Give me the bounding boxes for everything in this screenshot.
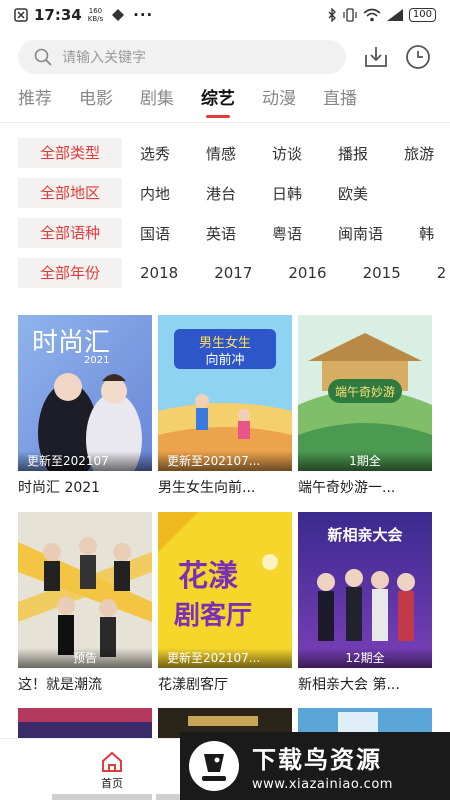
filter-option[interactable]: 闽南语 [338, 223, 383, 244]
signal-icon [386, 9, 403, 21]
filter-option[interactable]: 韩 [419, 223, 434, 244]
poster-subtitle: 2021 [84, 355, 109, 366]
episode-badge: 更新至202107 [18, 451, 152, 471]
filter-all-years[interactable]: 全部年份 [18, 258, 122, 288]
show-card[interactable]: 花漾 剧客厅 更新至202107... 花漾剧客厅 [158, 512, 292, 694]
vibrate-icon [343, 8, 357, 22]
poster-title: 男生女生 [199, 335, 251, 351]
show-card[interactable]: 端午奇妙游 1期全 端午奇妙游一... [298, 315, 432, 497]
category-tabs: 推荐 电影 剧集 综艺 动漫 直播 [0, 84, 450, 120]
show-card[interactable]: 新相亲大会 12期全 新相亲大会 第... [298, 512, 432, 694]
show-title: 这！就是潮流 [18, 677, 102, 693]
show-title: 端午奇妙游一... [298, 480, 396, 496]
nav-home[interactable]: 首页 [90, 745, 134, 791]
filter-option[interactable]: 内地 [140, 183, 170, 204]
show-poster: 时尚汇 2021 更新至202107 [18, 315, 152, 471]
episode-badge: 1期全 [298, 451, 432, 471]
show-poster: 端午奇妙游 1期全 [298, 315, 432, 471]
download-icon [365, 47, 387, 67]
filter-option[interactable]: 2 [437, 264, 447, 282]
show-poster [18, 708, 152, 738]
filter-option[interactable]: 播报 [338, 143, 368, 164]
poster-title: 端午奇妙游 [335, 385, 395, 399]
filter-option[interactable]: 选秀 [140, 143, 170, 164]
filter-option[interactable]: 欧美 [338, 183, 368, 204]
show-poster: 男生女生 向前冲 更新至202107... [158, 315, 292, 471]
filter-row-region: 全部地区 内地 港台 日韩 欧美 [18, 178, 368, 208]
episode-badge: 预告 [18, 648, 152, 668]
status-time: 17:34 [34, 6, 82, 24]
filter-all-regions[interactable]: 全部地区 [18, 178, 122, 208]
tab-movies[interactable]: 电影 [79, 84, 113, 118]
network-speed: 160 KB/s [87, 7, 104, 23]
filter-option[interactable]: 国语 [140, 223, 170, 244]
nav-home-label: 首页 [101, 777, 123, 790]
filter-all-languages[interactable]: 全部语种 [18, 218, 122, 248]
filter-all-types[interactable]: 全部类型 [18, 138, 122, 168]
show-card[interactable]: 男生女生 向前冲 更新至202107... 男生女生向前... [158, 315, 292, 497]
filter-option[interactable]: 2017 [214, 264, 252, 282]
filter-row-year: 全部年份 2018 2017 2016 2015 2 [18, 258, 446, 288]
search-placeholder: 请输入关键字 [62, 50, 146, 66]
show-poster: 花漾 剧客厅 更新至202107... [158, 512, 292, 668]
poster-subtitle: 向前冲 [205, 352, 244, 368]
show-title: 男生女生向前... [158, 480, 256, 496]
episode-badge: 12期全 [298, 648, 432, 668]
poster-title: 时尚汇 [32, 328, 110, 358]
filter-option[interactable]: 情感 [206, 143, 236, 164]
tab-series[interactable]: 剧集 [140, 84, 174, 118]
show-poster: 预告 [18, 512, 152, 668]
clock-icon [406, 45, 430, 69]
watermark-banner: 下载鸟资源 www.xiazainiao.com [180, 732, 450, 800]
show-card[interactable]: 预告 这！就是潮流 [18, 512, 152, 694]
gesture-bar [156, 794, 180, 800]
more-notifications: ··· [133, 6, 154, 24]
filter-option[interactable]: 港台 [206, 183, 236, 204]
wifi-icon [363, 8, 381, 22]
show-card[interactable]: 时尚汇 2021 更新至202107 时尚汇 2021 [18, 315, 152, 497]
battery-indicator: 100 [408, 8, 436, 22]
tab-live[interactable]: 直播 [323, 84, 357, 118]
poster-title: 花漾 [178, 559, 239, 594]
show-poster: 新相亲大会 12期全 [298, 512, 432, 668]
filter-option[interactable]: 2016 [288, 264, 326, 282]
gesture-bar [52, 794, 152, 800]
filter-option[interactable]: 旅游 [404, 143, 434, 164]
filter-option[interactable]: 英语 [206, 223, 236, 244]
filter-row-language: 全部语种 国语 英语 粤语 闽南语 韩 [18, 218, 434, 248]
home-icon [102, 751, 122, 772]
show-title: 时尚汇 2021 [18, 480, 101, 496]
notification-icon [112, 9, 125, 21]
episode-badge: 更新至202107... [158, 451, 292, 471]
show-title: 新相亲大会 第... [298, 677, 400, 693]
tab-anime[interactable]: 动漫 [262, 84, 296, 118]
filter-option[interactable]: 日韩 [272, 183, 302, 204]
watermark-title: 下载鸟资源 [252, 746, 382, 774]
show-title: 花漾剧客厅 [158, 677, 228, 693]
bluetooth-icon [328, 8, 336, 22]
tabs-divider [0, 122, 450, 123]
search-icon [34, 48, 52, 66]
show-card[interactable] [18, 708, 152, 738]
app-notification-icon [14, 8, 28, 22]
filter-option[interactable]: 粤语 [272, 223, 302, 244]
app-screen: 17:34 160 KB/s ··· 100 请输入关键字 推荐 电影 剧集 综艺… [0, 0, 450, 800]
filter-option[interactable]: 2018 [140, 264, 178, 282]
status-bar: 17:34 160 KB/s ··· 100 [0, 0, 450, 30]
search-bar[interactable]: 请输入关键字 [18, 40, 346, 74]
history-button[interactable] [403, 42, 433, 72]
filter-option[interactable]: 访谈 [272, 143, 302, 164]
download-button[interactable] [361, 42, 391, 72]
tab-variety[interactable]: 综艺 [201, 84, 235, 118]
poster-subtitle: 剧客厅 [174, 600, 252, 631]
tab-recommend[interactable]: 推荐 [18, 84, 52, 118]
filter-row-type: 全部类型 选秀 情感 访谈 播报 旅游 [18, 138, 434, 168]
poster-title: 新相亲大会 [327, 526, 402, 544]
bird-logo-icon [189, 741, 239, 791]
episode-badge: 更新至202107... [158, 648, 292, 668]
status-icons: 100 [327, 8, 436, 22]
watermark-url: www.xiazainiao.com [252, 777, 393, 792]
filter-option[interactable]: 2015 [363, 264, 401, 282]
